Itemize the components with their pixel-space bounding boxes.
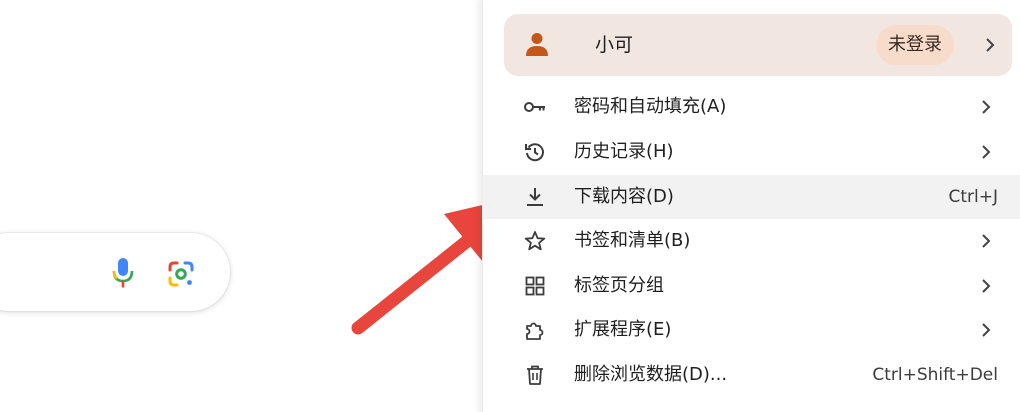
shortcut-hint: Ctrl+Shift+Del xyxy=(872,365,998,385)
chevron-right-icon xyxy=(986,38,995,52)
chevron-right-icon xyxy=(982,323,991,337)
menu-item-label: 标签页分组 xyxy=(574,275,664,296)
sign-in-status-badge[interactable]: 未登录 xyxy=(876,25,954,65)
menu-item-downloads[interactable]: 下载内容(D) Ctrl+J xyxy=(483,175,1020,219)
menu-item-label: 下载内容(D) xyxy=(574,186,674,207)
google-lens-icon[interactable] xyxy=(167,260,195,288)
chevron-right-icon xyxy=(982,145,991,159)
grid-icon xyxy=(525,276,545,296)
person-icon xyxy=(526,33,548,56)
profile-row[interactable]: 小可 未登录 xyxy=(504,14,1012,76)
search-box[interactable] xyxy=(0,233,230,311)
profile-name: 小可 xyxy=(595,34,634,56)
trash-icon xyxy=(527,365,543,385)
browser-menu: 小可 未登录 密码和自动填充(A) 历史记录(H) 下载内容(D) Ctrl+J… xyxy=(482,0,1020,412)
menu-item-history[interactable]: 历史记录(H) xyxy=(483,130,1020,174)
download-icon xyxy=(527,188,543,206)
menu-item-clear-browsing-data[interactable]: 删除浏览数据(D)... Ctrl+Shift+Del xyxy=(483,353,1020,397)
menu-item-tab-groups[interactable]: 标签页分组 xyxy=(483,264,1020,308)
puzzle-icon xyxy=(526,322,544,340)
menu-item-bookmarks[interactable]: 书签和清单(B) xyxy=(483,219,1020,263)
history-icon xyxy=(525,143,544,162)
star-icon xyxy=(524,231,546,251)
microphone-icon[interactable] xyxy=(111,257,135,289)
menu-item-passwords[interactable]: 密码和自动填充(A) xyxy=(483,85,1020,129)
key-icon xyxy=(524,102,545,112)
menu-item-extensions[interactable]: 扩展程序(E) xyxy=(483,308,1020,352)
shortcut-hint: Ctrl+J xyxy=(948,187,998,207)
chevron-right-icon xyxy=(982,279,991,293)
menu-item-label: 书签和清单(B) xyxy=(574,230,691,251)
menu-item-label: 密码和自动填充(A) xyxy=(574,96,727,117)
menu-item-label: 删除浏览数据(D)... xyxy=(574,364,728,385)
menu-item-label: 历史记录(H) xyxy=(574,141,674,162)
menu-item-label: 扩展程序(E) xyxy=(574,319,672,340)
chevron-right-icon xyxy=(982,100,991,114)
chevron-right-icon xyxy=(982,234,991,248)
